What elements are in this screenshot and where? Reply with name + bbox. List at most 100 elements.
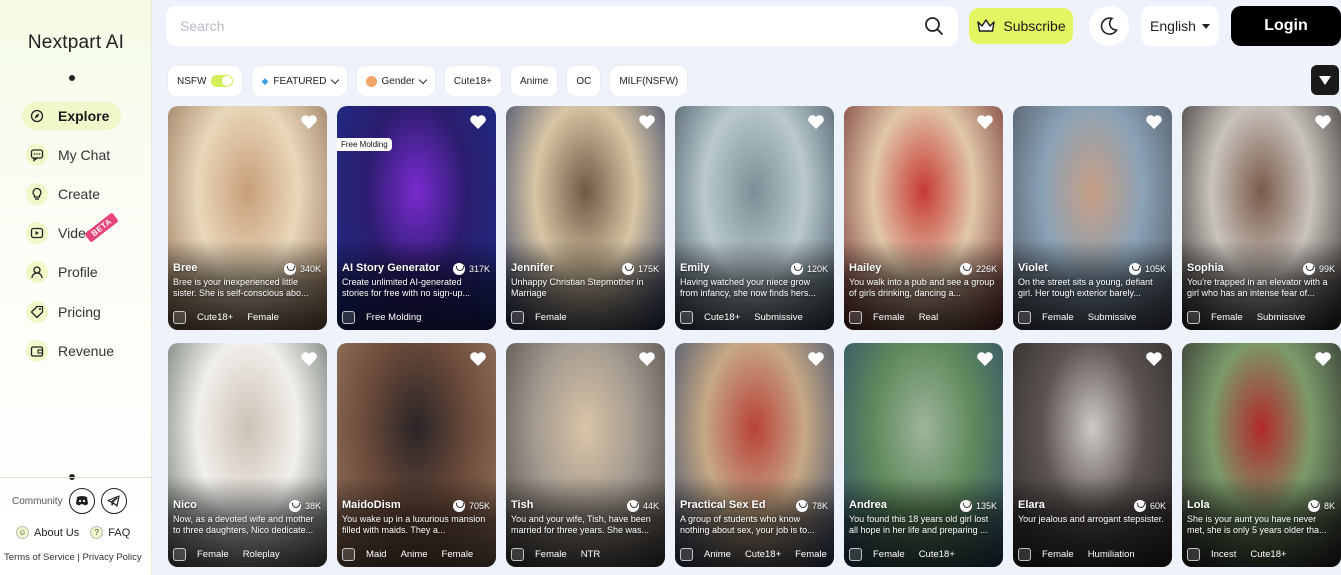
character-card[interactable]: Emily 120K Having watched your niece grow … [675, 106, 834, 330]
heart-icon[interactable] [807, 114, 825, 130]
card-count-value: 105K [1144, 264, 1166, 274]
filter-featured[interactable]: ◆ FEATURED [252, 66, 347, 96]
sidebar-item-explore[interactable]: Explore [22, 102, 122, 130]
card-tag[interactable]: Cute18+ [742, 548, 784, 561]
character-card[interactable]: MaidoDism 705K You wake up in a luxurious … [337, 343, 496, 567]
search-icon[interactable] [924, 16, 944, 36]
character-card[interactable]: Violet 105K On the street sits a young, de… [1013, 106, 1172, 330]
character-grid: Bree 340K Bree is your inexperienced littl… [168, 106, 1341, 567]
character-card[interactable]: Free Molding AI Story Generator 317K Create… [337, 106, 496, 330]
card-tag[interactable]: Cute18+ [701, 311, 743, 324]
card-tag[interactable]: Female [532, 548, 570, 561]
filter-anime[interactable]: Anime [510, 66, 558, 96]
heart-icon[interactable] [976, 351, 994, 367]
character-card[interactable]: Jennifer 175K Unhappy Christian Stepmother… [506, 106, 665, 330]
theme-toggle-button[interactable] [1089, 6, 1129, 46]
card-tag-icon [1187, 311, 1200, 324]
card-tag[interactable]: Female [792, 548, 830, 561]
sidebar-item-revenue[interactable]: Revenue [22, 337, 126, 365]
card-tags: Female Humiliation [1018, 548, 1138, 561]
nsfw-toggle[interactable] [211, 75, 234, 87]
card-count-value: 78K [811, 501, 828, 511]
language-select[interactable]: English [1141, 6, 1219, 46]
card-tag[interactable]: NTR [578, 548, 604, 561]
sidebar-item-pricing[interactable]: Pricing [22, 298, 113, 326]
card-tag[interactable]: Roleplay [240, 548, 283, 561]
card-tag[interactable]: Submissive [1254, 311, 1309, 324]
card-tag[interactable]: Female [194, 548, 232, 561]
card-description: You wake up in a luxurious mansion fille… [342, 514, 486, 535]
heart-icon[interactable] [469, 351, 487, 367]
app-logo[interactable]: Nextpart AI [0, 32, 152, 54]
heart-icon[interactable] [1314, 351, 1332, 367]
card-tag[interactable]: Anime [701, 548, 734, 561]
card-tag[interactable]: Submissive [1085, 311, 1140, 324]
card-tag[interactable]: Cute18+ [194, 311, 236, 324]
character-card[interactable]: Lola 8K She is your aunt you have never me… [1182, 343, 1341, 567]
character-card[interactable]: Bree 340K Bree is your inexperienced littl… [168, 106, 327, 330]
card-tag[interactable]: Female [532, 311, 570, 324]
card-tag[interactable]: Female [244, 311, 282, 324]
character-card[interactable]: Hailey 226K You walk into a pub and see a … [844, 106, 1003, 330]
card-tag[interactable]: Submissive [751, 311, 806, 324]
discord-icon[interactable] [68, 488, 95, 514]
card-tag[interactable]: Cute18+ [1247, 548, 1289, 561]
privacy-link[interactable]: Privacy Policy [83, 552, 142, 563]
card-description: Your jealous and arrogant stepsister. [1018, 514, 1164, 524]
heart-icon[interactable] [638, 114, 656, 130]
heart-icon[interactable] [638, 351, 656, 367]
sidebar-item-my-chat[interactable]: My Chat [22, 141, 122, 169]
card-tag[interactable]: Real [916, 311, 942, 324]
terms-link[interactable]: Terms of Service [4, 552, 75, 563]
card-tag[interactable]: Female [870, 548, 908, 561]
card-tag[interactable]: Cute18+ [916, 548, 958, 561]
character-card[interactable]: Practical Sex Ed 78K A group of students w… [675, 343, 834, 567]
card-tag-icon [680, 548, 693, 561]
heart-icon[interactable] [807, 351, 825, 367]
heart-icon[interactable] [976, 114, 994, 130]
card-name: Emily [680, 262, 710, 274]
expand-filters-button[interactable] [1311, 65, 1339, 95]
heart-icon[interactable] [1145, 351, 1163, 367]
card-tag-icon [849, 548, 862, 561]
card-tag[interactable]: Female [1039, 548, 1077, 561]
about-us-link[interactable]: About Us [34, 527, 79, 539]
heart-icon[interactable] [300, 351, 318, 367]
card-name: Sophia [1187, 262, 1224, 274]
subscribe-button[interactable]: Subscribe [969, 8, 1073, 44]
character-card[interactable]: Elara 60K Your jealous and arrogant stepsi… [1013, 343, 1172, 567]
card-tags: Cute18+ Submissive [680, 311, 806, 324]
faq-link[interactable]: FAQ [108, 527, 130, 539]
card-tag[interactable]: Free Molding [363, 311, 424, 324]
card-tag[interactable]: Incest [1208, 548, 1239, 561]
filter-cute18[interactable]: Cute18+ [444, 66, 501, 96]
sidebar-item-create[interactable]: Create [22, 180, 112, 208]
filter-gender[interactable]: Gender [356, 66, 435, 96]
character-card[interactable]: Nico 38K Now, as a devoted wife and mother… [168, 343, 327, 567]
filter-label: Anime [519, 75, 549, 87]
card-tag[interactable]: Female [439, 548, 477, 561]
login-button[interactable]: Login [1231, 6, 1341, 46]
heart-icon[interactable] [300, 114, 318, 130]
card-tag[interactable]: Female [1208, 311, 1246, 324]
telegram-icon[interactable] [100, 488, 127, 514]
card-tag[interactable]: Female [1039, 311, 1077, 324]
heart-icon[interactable] [1314, 114, 1332, 130]
card-chat-count: 44K [626, 500, 659, 512]
question-icon: ? [90, 526, 104, 539]
card-tag[interactable]: Anime [398, 548, 431, 561]
character-card[interactable]: Sophia 99K You're trapped in an elevator w… [1182, 106, 1341, 330]
character-card[interactable]: Andrea 135K You found this 18 years old gi… [844, 343, 1003, 567]
card-tag[interactable]: Female [870, 311, 908, 324]
filter-nsfw[interactable]: NSFW [168, 66, 243, 96]
card-tag[interactable]: Humiliation [1085, 548, 1138, 561]
card-tag[interactable]: Maid [363, 548, 390, 561]
filter-oc[interactable]: OC [567, 66, 601, 96]
card-name: Violet [1018, 262, 1048, 274]
heart-icon[interactable] [469, 114, 487, 130]
heart-icon[interactable] [1145, 114, 1163, 130]
sidebar-item-profile[interactable]: Profile [22, 258, 110, 286]
character-card[interactable]: Tish 44K You and your wife, Tish, have bee… [506, 343, 665, 567]
filter-milf-nsfw[interactable]: MILF(NSFW) [610, 66, 688, 96]
search-input[interactable] [180, 18, 924, 34]
